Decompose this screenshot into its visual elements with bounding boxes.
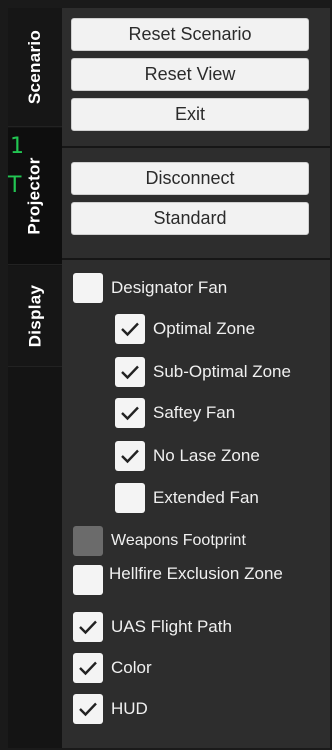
standard-button[interactable]: Standard [71,202,309,235]
extended-fan-label: Extended Fan [153,488,259,507]
extended-fan-checkbox[interactable] [115,483,145,513]
extended-fan-option[interactable]: Extended Fan [115,482,259,514]
tab-scenario[interactable]: Scenario [8,8,62,127]
designator-fan-option[interactable]: Designator Fan [73,272,227,304]
hellfire-exclusion-zone-option[interactable]: Hellfire Exclusion Zone [73,564,283,596]
checkmark-icon [121,322,139,337]
optimal-zone-checkbox[interactable] [115,314,145,344]
sub-optimal-zone-option[interactable]: Sub-Optimal Zone [115,356,291,388]
sub-optimal-zone-label: Sub-Optimal Zone [153,362,291,381]
scenario-panel: Reset Scenario Reset View Exit [62,8,330,146]
overlay-mark-1: 1 [10,134,24,159]
checkmark-icon [121,365,139,380]
sub-optimal-zone-checkbox[interactable] [115,357,145,387]
checkmark-icon [79,702,97,717]
saftey-fan-checkbox[interactable] [115,398,145,428]
tab-projector-label: Projector [25,157,44,235]
designator-fan-label: Designator Fan [111,278,228,297]
hud-option[interactable]: HUD [73,693,148,725]
uas-flight-path-option[interactable]: UAS Flight Path [73,611,232,643]
hellfire-exclusion-zone-checkbox[interactable] [73,565,103,595]
overlay-mark-2: T [8,173,22,198]
optimal-zone-option[interactable]: Optimal Zone [115,313,255,345]
tab-display[interactable]: Display [8,266,62,367]
projector-panel: Disconnect Standard [62,148,330,258]
saftey-fan-option[interactable]: Saftey Fan [115,397,235,429]
tab-display-label: Display [25,284,45,348]
checkmark-icon [121,449,139,464]
tab-column: Scenario Projector Display [8,8,62,748]
reset-view-button[interactable]: Reset View [71,58,309,91]
weapons-footprint-checkbox[interactable] [73,526,103,556]
checkmark-icon [79,661,97,676]
optimal-zone-label: Optimal Zone [153,319,256,338]
disconnect-button[interactable]: Disconnect [71,162,309,195]
reset-scenario-button[interactable]: Reset Scenario [71,18,309,51]
settings-window: Scenario Projector Display 1 T Reset Sce… [0,0,332,750]
hud-checkbox[interactable] [73,694,103,724]
tab-scenario-label: Scenario [25,29,44,105]
display-panel: Designator Fan Optimal Zone Sub-Optimal … [62,260,330,748]
uas-flight-path-label: UAS Flight Path [111,617,232,636]
weapons-footprint-option[interactable]: Weapons Footprint [73,525,246,557]
checkmark-icon [121,406,139,421]
designator-fan-checkbox[interactable] [73,273,103,303]
checkmark-icon [79,620,97,635]
color-option[interactable]: Color [73,652,152,684]
exit-button[interactable]: Exit [71,98,309,131]
hellfire-exclusion-zone-label: Hellfire Exclusion Zone [109,564,283,583]
color-checkbox[interactable] [73,653,103,683]
no-lase-zone-checkbox[interactable] [115,441,145,471]
weapons-footprint-label: Weapons Footprint [111,532,246,549]
hud-label: HUD [111,699,148,718]
color-label: Color [111,658,152,677]
saftey-fan-label: Saftey Fan [153,403,236,422]
no-lase-zone-label: No Lase Zone [153,446,260,465]
uas-flight-path-checkbox[interactable] [73,612,103,642]
no-lase-zone-option[interactable]: No Lase Zone [115,440,260,472]
